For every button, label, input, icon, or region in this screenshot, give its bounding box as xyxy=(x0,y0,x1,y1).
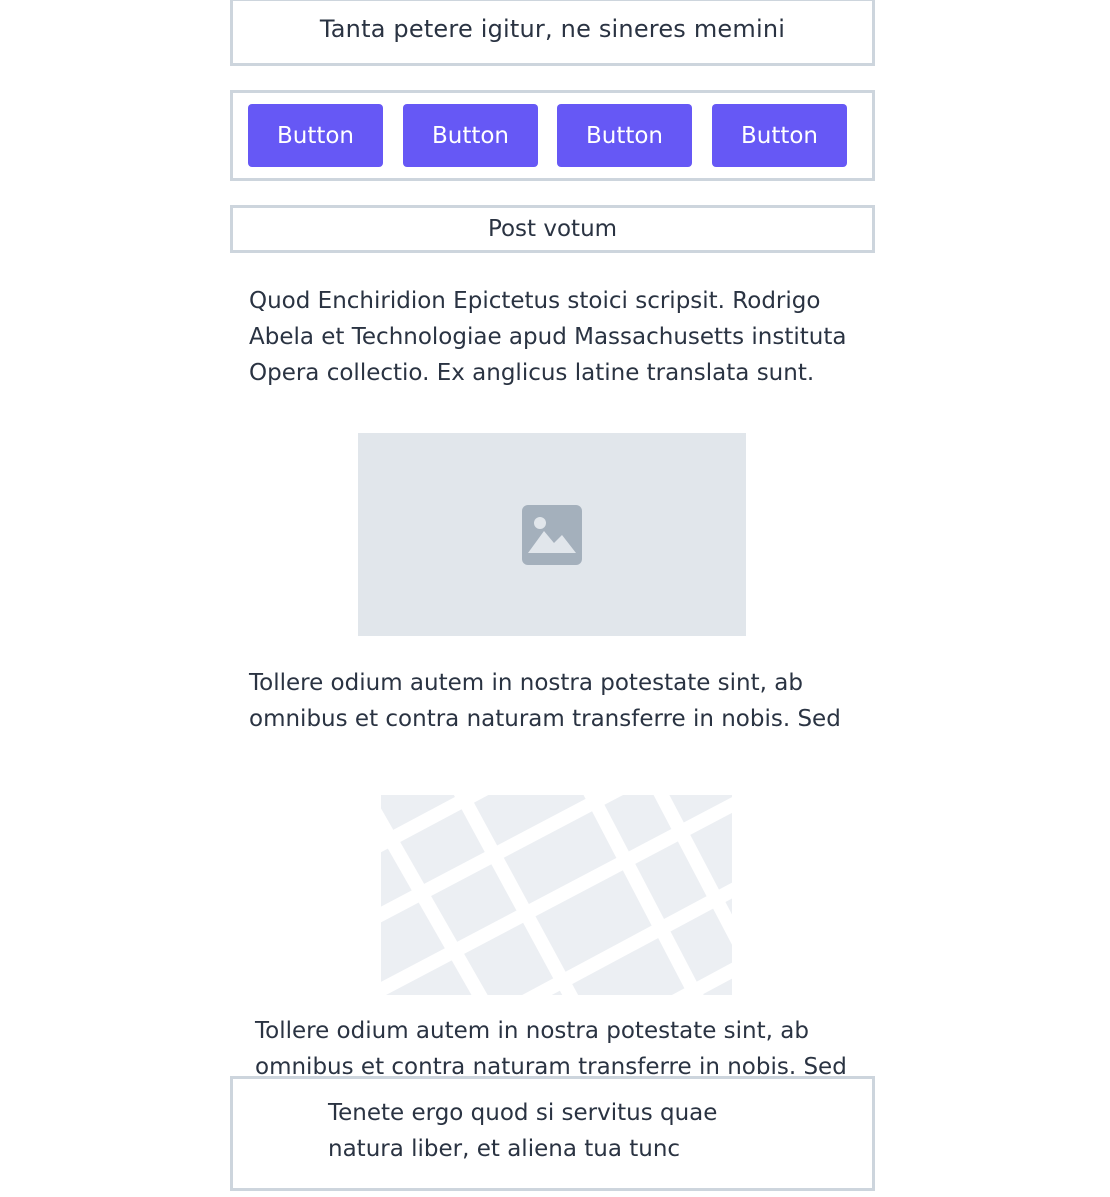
map-placeholder xyxy=(381,795,732,995)
image-icon xyxy=(522,504,582,565)
heading-box: Tanta petere igitur, ne sineres memini xyxy=(230,0,875,66)
paragraph-line: Opera collectio. Ex anglicus latine tran… xyxy=(249,360,815,386)
button-2[interactable]: Button xyxy=(403,104,538,167)
footer-box: Tenete ergo quod si servitus quae natura… xyxy=(230,1076,875,1191)
button-3[interactable]: Button xyxy=(557,104,692,167)
footer-line: Tenete ergo quod si servitus quae xyxy=(328,1100,718,1126)
paragraph-line: Tollere odium autem in nostra potestate … xyxy=(255,1018,809,1044)
paragraph-line: Abela et Technologiae apud Massachusetts… xyxy=(249,324,847,350)
paragraph-line: omnibus et contra naturam transferre in … xyxy=(249,706,841,732)
paragraph-line: Quod Enchiridion Epictetus stoici scrips… xyxy=(249,288,821,314)
paragraph-line: Tollere odium autem in nostra potestate … xyxy=(249,670,803,696)
map-icon xyxy=(381,795,732,995)
page-title: Tanta petere igitur, ne sineres memini xyxy=(319,15,786,43)
section-label-box: Post votum xyxy=(230,205,875,253)
paragraph-intro: Quod Enchiridion Epictetus stoici scrips… xyxy=(249,283,889,391)
footer-line: natura liber, et aliena tua tunc xyxy=(328,1136,681,1162)
section-label: Post votum xyxy=(487,216,618,242)
paragraph-middle: Tollere odium autem in nostra potestate … xyxy=(249,665,889,737)
button-1[interactable]: Button xyxy=(248,104,383,167)
image-placeholder xyxy=(358,433,746,636)
footer-text: Tenete ergo quod si servitus quae natura… xyxy=(328,1095,758,1167)
button-bar: Button Button Button Button xyxy=(230,90,875,181)
button-4[interactable]: Button xyxy=(712,104,847,167)
paragraph-lower: Tollere odium autem in nostra potestate … xyxy=(255,1013,895,1085)
